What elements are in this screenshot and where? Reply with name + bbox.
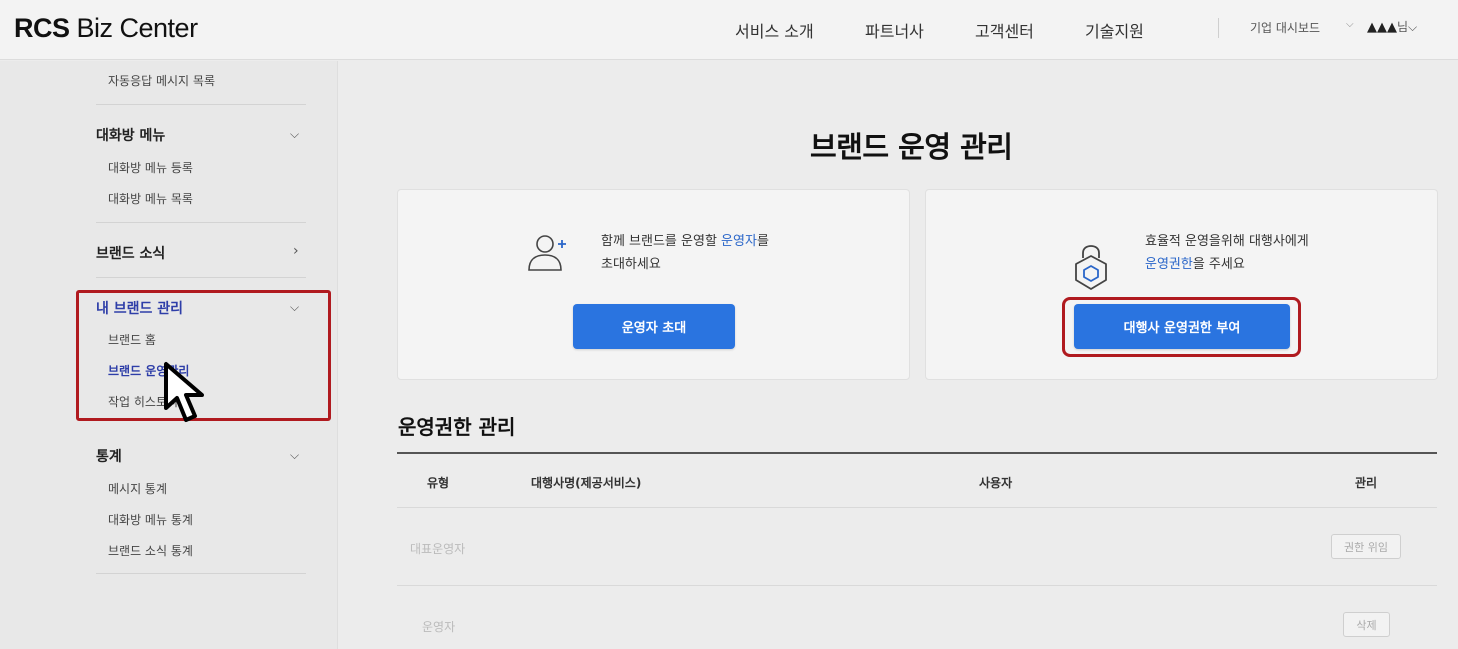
invite-operator-card: 함께 브랜드를 운영할 운영자를 초대하세요 운영자 초대: [397, 189, 910, 380]
sidebar-group-stats[interactable]: 통계: [96, 446, 122, 466]
delete-button[interactable]: 삭제: [1343, 612, 1390, 637]
divider: [96, 104, 306, 105]
user-add-icon: [528, 235, 566, 271]
dashboard-select[interactable]: 기업 대시보드: [1250, 19, 1320, 36]
user-menu[interactable]: ▲▲▲님⌵: [1367, 18, 1417, 35]
sidebar-group-chat-menu[interactable]: 대화방 메뉴: [96, 125, 165, 145]
highlight-box-button: [1062, 297, 1301, 357]
chevron-down-icon[interactable]: ⌵: [1346, 19, 1354, 30]
nav-partners[interactable]: 파트너사: [865, 18, 924, 42]
nav-tech-support[interactable]: 기술지원: [1085, 18, 1144, 42]
cell-type: 운영자: [422, 620, 456, 634]
column-header-manage: 관리: [1355, 476, 1378, 490]
sidebar-item-chat-menu-stats[interactable]: 대화방 메뉴 통계: [108, 511, 193, 528]
nav-divider: [1218, 18, 1219, 38]
sidebar-item-chat-menu-list[interactable]: 대화방 메뉴 목록: [108, 190, 193, 207]
invite-operator-button[interactable]: 운영자 초대: [573, 304, 735, 349]
nav-service-intro[interactable]: 서비스 소개: [735, 18, 814, 42]
cell-type: 대표운영자: [410, 542, 466, 556]
sidebar-item-brand-news-stats[interactable]: 브랜드 소식 통계: [108, 542, 193, 559]
column-header-type: 유형: [427, 476, 450, 490]
delegate-permission-button[interactable]: 권한 위임: [1331, 534, 1401, 559]
row-divider: [397, 585, 1437, 586]
column-header-agency: 대행사명(제공서비스): [531, 476, 642, 490]
invite-card-text: 함께 브랜드를 운영할 운영자를 초대하세요: [601, 234, 769, 272]
top-header: RCS Biz Center 서비스 소개 파트너사 고객센터 기술지원 기업 …: [0, 0, 1458, 60]
agency-card-text: 효율적 운영을위해 대행사에게 운영권한을 주세요: [1145, 234, 1309, 272]
logo[interactable]: RCS Biz Center: [14, 13, 198, 44]
sidebar-item-chat-menu-register[interactable]: 대화방 메뉴 등록: [108, 159, 193, 176]
divider: [96, 277, 306, 278]
section-title: 운영권한 관리: [398, 415, 516, 439]
mouse-cursor-icon: [164, 362, 204, 422]
column-header-user: 사용자: [979, 476, 1013, 490]
divider: [96, 573, 306, 574]
sidebar-item-auto-reply-list[interactable]: 자동응답 메시지 목록: [108, 72, 215, 89]
chevron-down-icon[interactable]: ⌵: [290, 448, 299, 463]
divider: [96, 222, 306, 223]
chevron-down-icon: ⌵: [1408, 20, 1418, 34]
row-divider: [397, 507, 1437, 508]
table-header-line: [397, 452, 1437, 454]
chevron-down-icon[interactable]: ⌵: [290, 127, 299, 142]
nav-customer-center[interactable]: 고객센터: [975, 18, 1034, 42]
page-title: 브랜드 운영 관리: [810, 130, 1013, 164]
lock-icon: [1075, 245, 1107, 290]
sidebar-item-message-stats[interactable]: 메시지 통계: [108, 480, 167, 497]
sidebar-group-brand-news[interactable]: 브랜드 소식: [96, 243, 165, 263]
chevron-right-icon[interactable]: ›: [293, 243, 299, 259]
